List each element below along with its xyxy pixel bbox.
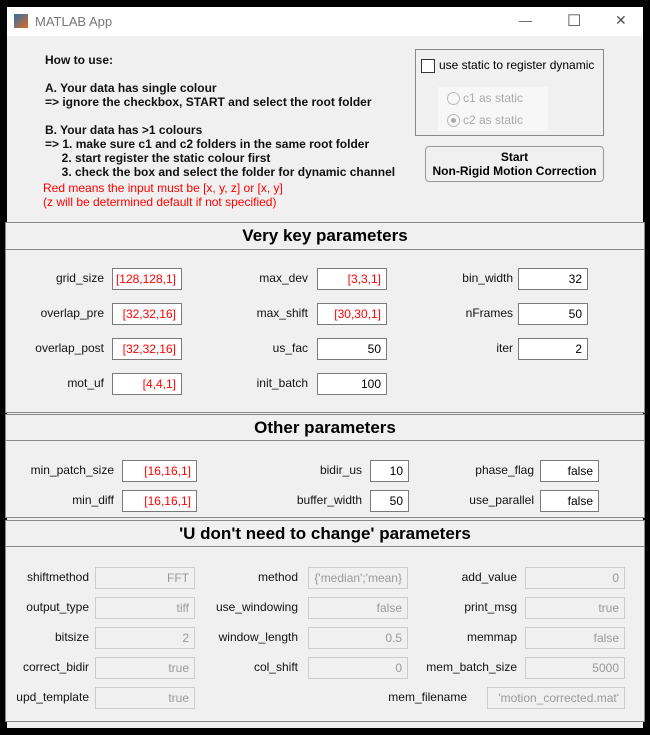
add-value-label: add_value: [461, 570, 517, 584]
us-fac-field[interactable]: 50: [317, 338, 387, 360]
col-shift-label: col_shift: [253, 660, 298, 674]
correct-bidir-label: correct_bidir: [22, 660, 89, 674]
phase-flag-label: phase_flag: [475, 463, 534, 477]
mem-batch-size-label: mem_batch_size: [426, 660, 517, 674]
output-type-field: tiff: [95, 597, 195, 619]
window-length-label: window_length: [218, 630, 298, 644]
shiftmethod-label: shiftmethod: [26, 570, 89, 584]
app-window: MATLAB App — ☐ ✕ How to use: A. Your data…: [5, 7, 645, 728]
max-dev-label: max_dev: [259, 271, 308, 285]
upd-template-label: upd_template: [16, 690, 89, 704]
overlap-pre-field[interactable]: [32,32,16]: [112, 303, 182, 325]
bidir-us-field[interactable]: 10: [370, 460, 409, 482]
help-line: How to use:: [45, 53, 113, 67]
iter-label: iter: [496, 341, 513, 355]
bidir-us-label: bidir_us: [319, 463, 362, 477]
nFrames-field[interactable]: 50: [518, 303, 588, 325]
help-line: => 1. make sure c1 and c2 folders in the…: [45, 137, 370, 151]
key-params-panel: Very key parameters grid_size [128,128,1]…: [5, 222, 645, 413]
add-value-field: 0: [525, 567, 625, 589]
bitsize-label: bitsize: [54, 630, 89, 644]
use-windowing-field: false: [308, 597, 408, 619]
mem-filename-label: mem_filename: [388, 690, 467, 704]
radio-c1[interactable]: [447, 92, 460, 105]
upd-template-field: true: [95, 687, 195, 709]
min-patch-size-field[interactable]: [16,16,1]: [122, 460, 197, 482]
radio-c2[interactable]: [447, 114, 460, 127]
mot-uf-field[interactable]: [4,4,1]: [112, 373, 182, 395]
min-diff-label: min_diff: [72, 493, 114, 507]
start-button-line1: Start: [500, 150, 529, 164]
radio-c2-label: c2 as static: [463, 113, 524, 127]
help-line: A. Your data has single colour: [45, 81, 217, 95]
iter-field[interactable]: 2: [518, 338, 588, 360]
method-label: method: [257, 570, 298, 584]
init-batch-label: init_batch: [256, 376, 308, 390]
print-msg-label: print_msg: [464, 600, 517, 614]
window-title: MATLAB App: [35, 14, 113, 29]
red-note: Red means the input must be [x, y, z] or…: [43, 181, 283, 195]
max-dev-field[interactable]: [3,3,1]: [317, 268, 387, 290]
other-params-panel: Other parameters min_patch_size [16,16,1]…: [5, 414, 645, 518]
mot-uf-label: mot_uf: [67, 376, 104, 390]
mem-batch-size-field: 5000: [525, 657, 625, 679]
mem-filename-field: 'motion_corrected.mat': [487, 687, 625, 709]
grid-size-label: grid_size: [55, 271, 104, 285]
radio-c1-label: c1 as static: [463, 91, 524, 105]
max-shift-label: max_shift: [256, 306, 308, 320]
other-params-title: Other parameters: [6, 415, 644, 441]
start-button-line2: Non-Rigid Motion Correction: [432, 164, 597, 178]
nFrames-label: nFrames: [465, 306, 513, 320]
help-line: B. Your data has >1 colours: [45, 123, 203, 137]
buffer-width-field[interactable]: 50: [370, 490, 409, 512]
help-line: 2. start register the static colour firs…: [45, 151, 271, 165]
key-params-title: Very key parameters: [6, 223, 644, 250]
static-panel: use static to register dynamic c1 as sta…: [415, 49, 604, 136]
buffer-width-label: buffer_width: [296, 493, 362, 507]
title-bar: MATLAB App — ☐ ✕: [7, 7, 643, 36]
close-button[interactable]: ✕: [615, 12, 627, 29]
fixed-params-title: 'U don't need to change' parameters: [6, 521, 644, 547]
print-msg-field: true: [525, 597, 625, 619]
use-windowing-label: use_windowing: [215, 600, 298, 614]
overlap-pre-label: overlap_pre: [40, 306, 104, 320]
window-length-field: 0.5: [308, 627, 408, 649]
radio-group: c1 as static c2 as static: [438, 87, 548, 131]
fixed-params-panel: 'U don't need to change' parameters shif…: [5, 520, 645, 722]
matlab-logo-icon: [14, 14, 28, 28]
output-type-label: output_type: [26, 600, 89, 614]
init-batch-field[interactable]: 100: [317, 373, 387, 395]
overlap-post-field[interactable]: [32,32,16]: [112, 338, 182, 360]
help-line: 3. check the box and select the folder f…: [45, 165, 396, 179]
overlap-post-label: overlap_post: [35, 341, 104, 355]
use-parallel-field[interactable]: false: [540, 490, 599, 512]
shiftmethod-field: FFT: [95, 567, 195, 589]
us-fac-label: us_fac: [272, 341, 308, 355]
phase-flag-field[interactable]: false: [540, 460, 599, 482]
memmap-field: false: [525, 627, 625, 649]
start-button[interactable]: Start Non-Rigid Motion Correction: [425, 146, 604, 182]
bitsize-field: 2: [95, 627, 195, 649]
maximize-button[interactable]: ☐: [567, 11, 581, 31]
method-field: {'median';'mean}: [308, 567, 408, 589]
grid-size-field[interactable]: [128,128,1]: [112, 268, 182, 290]
static-checkbox[interactable]: [421, 59, 435, 73]
use-parallel-label: use_parallel: [469, 493, 534, 507]
help-line: => ignore the checkbox, START and select…: [45, 95, 372, 109]
min-diff-field[interactable]: [16,16,1]: [122, 490, 197, 512]
static-checkbox-label: use static to register dynamic: [439, 58, 595, 72]
bin-width-label: bin_width: [462, 271, 513, 285]
correct-bidir-field: true: [95, 657, 195, 679]
col-shift-field: 0: [308, 657, 408, 679]
red-note: (z will be determined default if not spe…: [43, 195, 277, 209]
max-shift-field[interactable]: [30,30,1]: [317, 303, 387, 325]
min-patch-size-label: min_patch_size: [30, 463, 114, 477]
memmap-label: memmap: [466, 630, 517, 644]
bin-width-field[interactable]: 32: [518, 268, 588, 290]
minimize-button[interactable]: —: [519, 13, 532, 28]
